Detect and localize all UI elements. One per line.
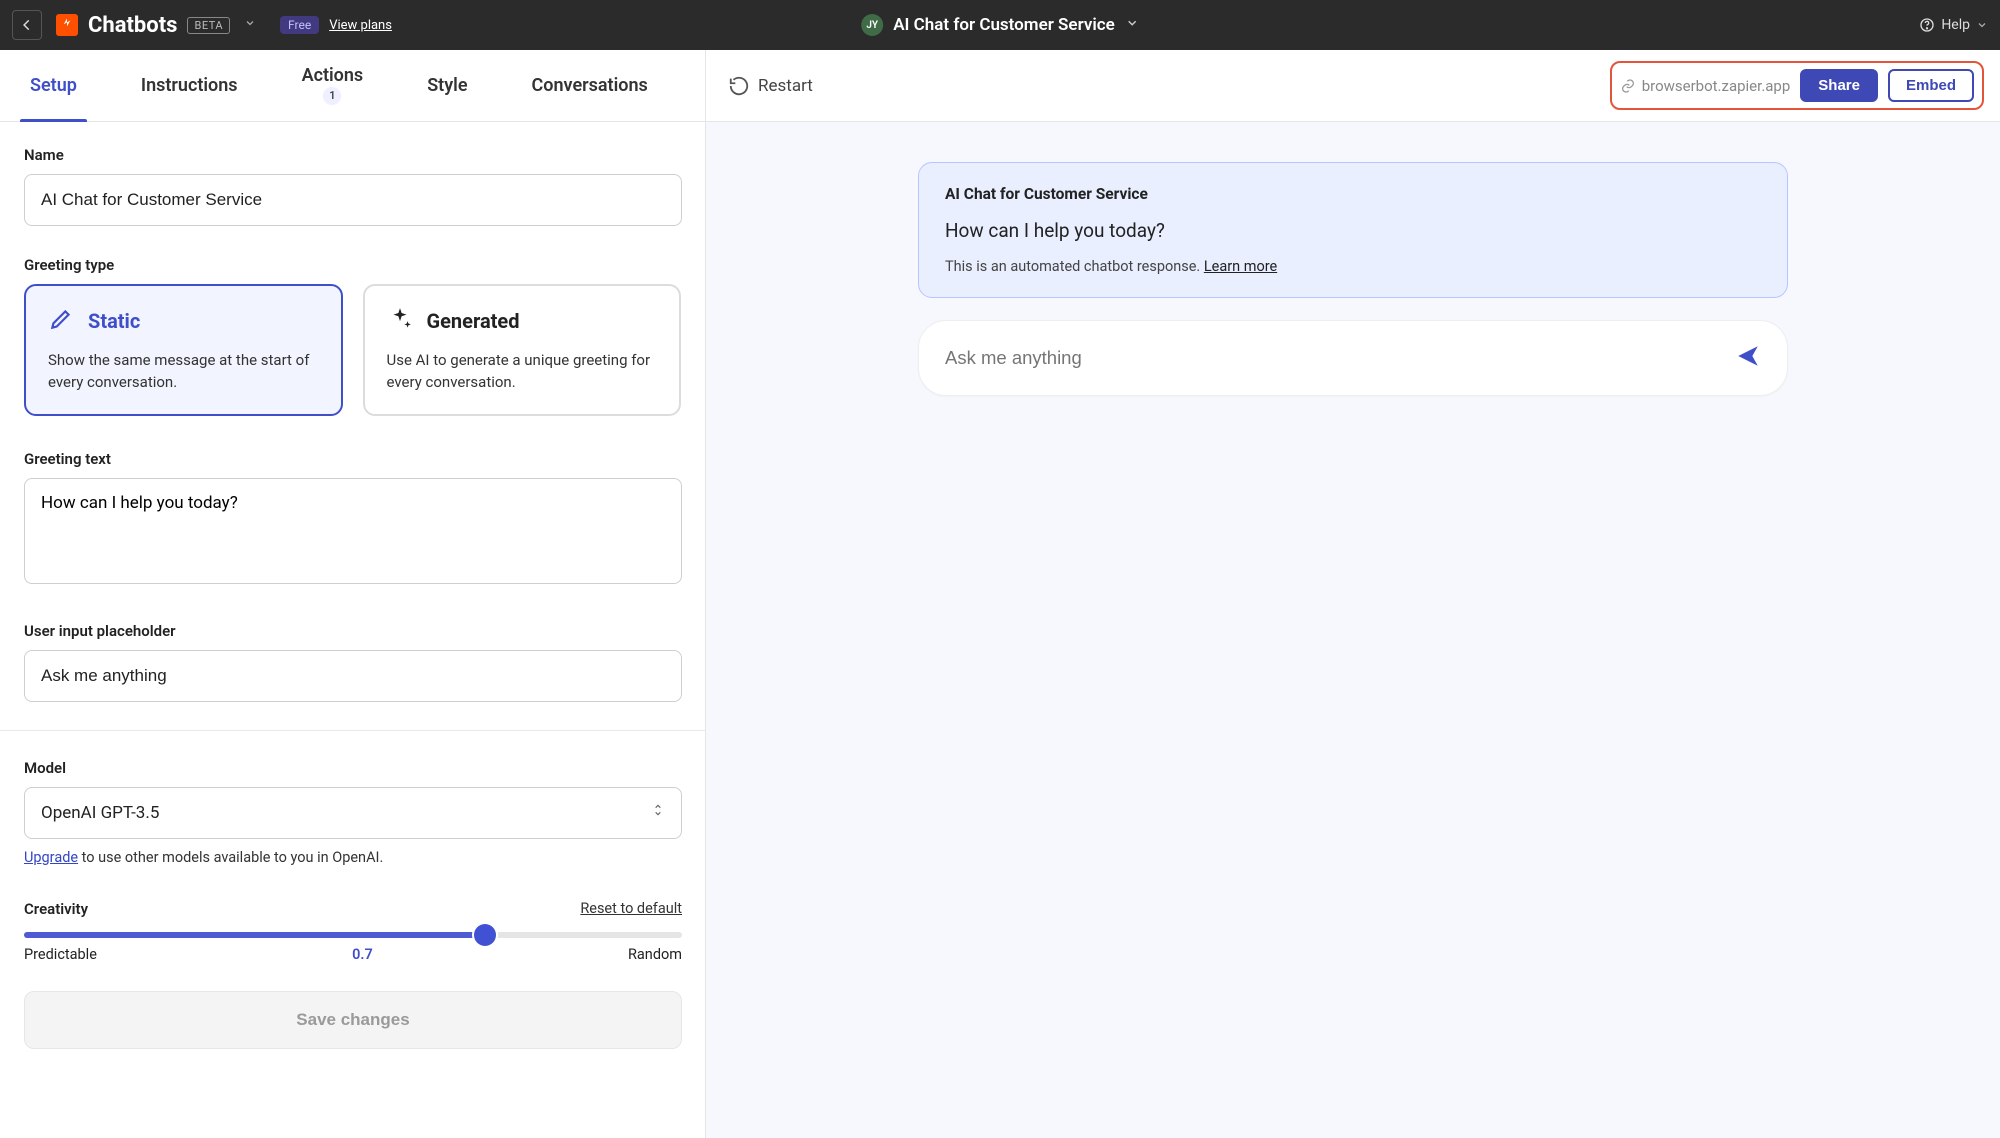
brand-name: Chatbots xyxy=(88,13,177,38)
slider-value: 0.7 xyxy=(352,946,373,963)
beta-badge: BETA xyxy=(187,17,230,34)
send-icon xyxy=(1735,343,1761,369)
embed-button[interactable]: Embed xyxy=(1888,69,1974,102)
editor-tabs: Setup Instructions Actions 1 Style Conve… xyxy=(0,50,706,121)
tab-instructions-label: Instructions xyxy=(141,75,238,96)
send-button[interactable] xyxy=(1735,343,1761,373)
chevron-down-icon[interactable] xyxy=(1125,16,1139,34)
chevron-down-icon[interactable] xyxy=(244,17,256,33)
slider-max-label: Random xyxy=(628,946,682,963)
reset-to-default-link[interactable]: Reset to default xyxy=(580,900,682,917)
divider xyxy=(0,730,705,731)
tab-setup[interactable]: Setup xyxy=(20,50,87,121)
creativity-label: Creativity xyxy=(24,900,88,918)
chevron-down-icon xyxy=(1976,19,1988,31)
help-menu[interactable]: Help xyxy=(1919,17,1988,33)
tab-actions-label: Actions xyxy=(302,66,364,86)
tab-conversations-label: Conversations xyxy=(532,75,648,96)
preview-greeting: How can I help you today? xyxy=(945,219,1761,242)
greeting-text-input[interactable] xyxy=(24,478,682,584)
bot-url[interactable]: browserbot.zapier.app xyxy=(1620,77,1791,95)
learn-more-link[interactable]: Learn more xyxy=(1204,258,1277,275)
tab-conversations[interactable]: Conversations xyxy=(522,50,658,121)
greeting-generated-title: Generated xyxy=(427,309,520,333)
sparkle-icon xyxy=(387,306,413,336)
share-button[interactable]: Share xyxy=(1800,69,1878,102)
back-button[interactable] xyxy=(12,10,42,40)
upgrade-note-rest: to use other models available to you in … xyxy=(78,849,383,866)
chatbot-preview: AI Chat for Customer Service How can I h… xyxy=(706,122,2000,1138)
chat-text-input[interactable] xyxy=(945,347,1735,369)
updown-icon xyxy=(651,801,665,824)
tab-actions[interactable]: Actions 1 xyxy=(292,50,374,121)
greeting-static-desc: Show the same message at the start of ev… xyxy=(48,350,319,394)
tab-style-label: Style xyxy=(427,75,467,96)
greeting-static-title: Static xyxy=(88,309,140,333)
tab-style[interactable]: Style xyxy=(417,50,477,121)
bot-url-text: browserbot.zapier.app xyxy=(1642,77,1791,95)
preview-bot-name: AI Chat for Customer Service xyxy=(945,185,1761,203)
tab-instructions[interactable]: Instructions xyxy=(131,50,248,121)
name-input[interactable] xyxy=(24,174,682,226)
document-title[interactable]: AI Chat for Customer Service xyxy=(893,15,1115,35)
link-icon xyxy=(1620,78,1636,94)
view-plans-link[interactable]: View plans xyxy=(329,18,392,33)
arrow-left-icon xyxy=(20,18,34,32)
model-select[interactable]: OpenAI GPT-3.5 xyxy=(24,787,682,839)
actions-count-badge: 1 xyxy=(323,87,341,105)
help-icon xyxy=(1919,17,1935,33)
setup-form: Name Greeting type Static Show the same … xyxy=(0,122,706,1138)
chat-message-card: AI Chat for Customer Service How can I h… xyxy=(918,162,1788,298)
greeting-type-generated[interactable]: Generated Use AI to generate a unique gr… xyxy=(363,284,682,416)
restart-label: Restart xyxy=(758,76,813,96)
plan-chip: Free xyxy=(280,16,319,34)
creativity-slider[interactable]: Predictable 0.7 Random xyxy=(24,932,681,963)
greeting-type-label: Greeting type xyxy=(24,256,681,274)
share-group: browserbot.zapier.app Share Embed xyxy=(1610,61,1984,110)
upgrade-link[interactable]: Upgrade xyxy=(24,849,78,866)
help-label: Help xyxy=(1941,17,1970,33)
model-select-value: OpenAI GPT-3.5 xyxy=(41,803,159,823)
placeholder-input[interactable] xyxy=(24,650,682,702)
slider-min-label: Predictable xyxy=(24,946,97,963)
greeting-generated-desc: Use AI to generate a unique greeting for… xyxy=(387,350,658,394)
avatar: JY xyxy=(861,14,883,36)
restart-icon xyxy=(728,75,750,97)
zapier-logo-icon xyxy=(56,14,78,36)
chat-input-bar[interactable] xyxy=(918,320,1788,396)
model-label: Model xyxy=(24,759,681,777)
pencil-icon xyxy=(48,306,74,336)
placeholder-label: User input placeholder xyxy=(24,622,681,640)
model-upgrade-note: Upgrade to use other models available to… xyxy=(24,849,681,866)
name-label: Name xyxy=(24,146,681,164)
save-changes-button[interactable]: Save changes xyxy=(24,991,682,1049)
slider-thumb[interactable] xyxy=(474,924,496,946)
tab-setup-label: Setup xyxy=(30,75,77,96)
greeting-type-static[interactable]: Static Show the same message at the star… xyxy=(24,284,343,416)
greeting-text-label: Greeting text xyxy=(24,450,681,468)
preview-footnote-text: This is an automated chatbot response. xyxy=(945,258,1204,275)
restart-button[interactable]: Restart xyxy=(728,75,813,97)
